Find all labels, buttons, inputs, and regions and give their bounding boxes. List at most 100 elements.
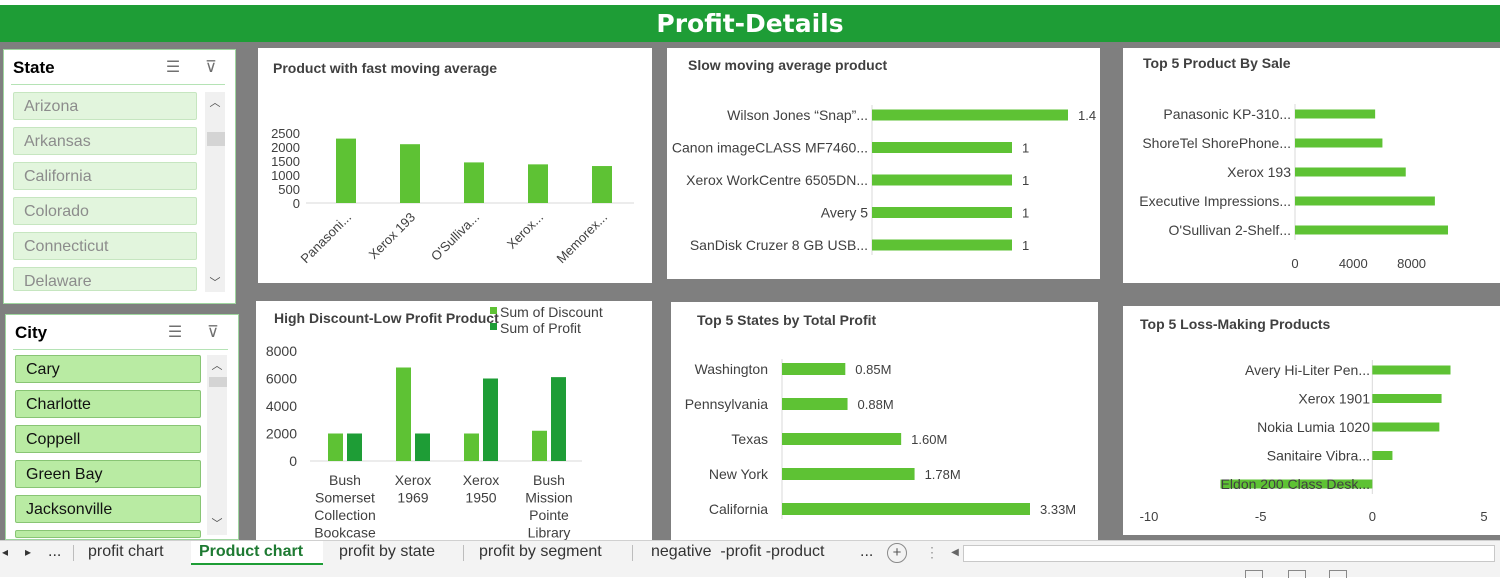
bar <box>1372 365 1451 375</box>
tab-profit-by-state[interactable]: profit by state <box>339 541 435 565</box>
discount-profit-chart: 8000 6000 4000 2000 0 Sum of DiscountSum of P… <box>266 304 603 541</box>
scroll-thumb[interactable] <box>207 132 225 146</box>
city-slicer-scrollbar[interactable]: ︿ ﹀ <box>207 355 227 535</box>
tab-profit-by-segment[interactable]: profit by segment <box>479 541 602 565</box>
bar <box>415 433 430 461</box>
clear-filter-icon[interactable]: ⊽ <box>202 323 224 343</box>
data-label: 1 <box>1022 141 1029 156</box>
tab-splitter-icon[interactable]: ⋮ <box>925 541 939 565</box>
category-label: Canon imageCLASS MF7460... <box>672 140 868 156</box>
bar <box>782 503 1030 515</box>
data-label: 1 <box>1022 238 1029 253</box>
bar <box>532 430 547 461</box>
category-label: Xerox <box>395 472 432 488</box>
top-sale-chart: Panasonic KP-310... ShoreTel ShorePhone..… <box>1139 104 1448 271</box>
tick-label: 0 <box>289 453 297 469</box>
tab-product-chart[interactable]: Product chart <box>191 541 323 565</box>
scroll-up-icon[interactable]: ︿ <box>207 357 227 373</box>
category-label: Executive Impressions... <box>1139 193 1291 209</box>
category-label: Panasonic KP-310... <box>1163 106 1291 122</box>
category-label: Texas <box>731 431 768 447</box>
category-label: 1950 <box>465 490 496 506</box>
add-sheet-icon[interactable]: + <box>887 543 907 563</box>
tab-negative-profit-product[interactable]: negative -profit -product <box>651 541 824 565</box>
tab-profit-chart[interactable]: profit chart <box>88 541 164 565</box>
category-label: Pennsylvania <box>685 396 768 412</box>
sheet-tab-bar: ◂ ▸ ... profit chart Product chart profi… <box>0 540 1500 565</box>
bar <box>592 166 612 203</box>
bar <box>1295 196 1435 206</box>
state-item-arkansas[interactable]: Arkansas <box>13 127 197 155</box>
scroll-left-icon[interactable]: ◂ <box>2 541 8 565</box>
bar <box>872 174 1012 186</box>
category-label: Washington <box>695 361 768 377</box>
category-label: Bush <box>329 472 361 488</box>
state-item-connecticut[interactable]: Connecticut <box>13 232 197 260</box>
city-item-cary[interactable]: Cary <box>15 355 201 383</box>
state-item-california[interactable]: California <box>13 162 197 190</box>
tabs-more-left[interactable]: ... <box>48 541 61 565</box>
state-item-delaware[interactable]: Delaware <box>13 267 197 291</box>
category-label: Nokia Lumia 1020 <box>1257 419 1370 435</box>
tab-separator <box>632 545 633 561</box>
bar <box>782 398 848 410</box>
tabs-more-right[interactable]: ... <box>860 541 873 565</box>
city-item-partial[interactable] <box>15 530 201 538</box>
city-item-green-bay[interactable]: Green Bay <box>15 460 201 488</box>
bar <box>1295 109 1376 119</box>
bar <box>1372 422 1440 432</box>
tab-separator <box>73 545 74 561</box>
state-slicer-scrollbar[interactable]: ︿ ﹀ <box>205 92 225 292</box>
chart-card-fast-moving[interactable]: Product with fast moving average 2500 200… <box>258 48 652 283</box>
category-label: Pointe <box>529 507 569 523</box>
bar <box>782 468 915 480</box>
scroll-down-icon[interactable]: ﹀ <box>205 274 225 290</box>
data-label: 0.85M <box>855 362 891 377</box>
slicer-divider <box>13 349 228 350</box>
bar <box>336 138 356 203</box>
category-label: New York <box>709 466 769 482</box>
chart-card-states[interactable]: Top 5 States by Total Profit Washington 0… <box>671 302 1098 540</box>
city-slicer[interactable]: City ☰ ⊽ Cary Charlotte Coppell Green Ba… <box>5 314 239 540</box>
bar <box>1295 167 1406 177</box>
legend-swatch <box>490 307 497 314</box>
scroll-right-icon[interactable]: ▸ <box>25 541 31 565</box>
category-label: California <box>709 501 768 517</box>
category-label: Xerox... <box>504 210 546 252</box>
bar <box>464 433 479 461</box>
state-item-arizona[interactable]: Arizona <box>13 92 197 120</box>
hscroll-left-icon[interactable]: ◀ <box>947 545 963 561</box>
category-label: Panasoni... <box>298 210 355 267</box>
bar <box>1372 451 1393 460</box>
category-label: Wilson Jones “Snap”... <box>727 107 868 123</box>
category-label: Memorex... <box>554 210 611 267</box>
chart-card-top-sale[interactable]: Top 5 Product By Sale Panasonic KP-310..… <box>1123 48 1500 283</box>
state-slicer[interactable]: State ☰ ⊽ Arizona Arkansas California Co… <box>3 49 236 304</box>
city-item-charlotte[interactable]: Charlotte <box>15 390 201 418</box>
data-label: 1 <box>1022 206 1029 221</box>
category-label: 1969 <box>397 490 428 506</box>
category-label: Eldon 200 Class Desk... <box>1221 476 1370 492</box>
chart-card-slow-moving[interactable]: Slow moving average product Wilson Jones… <box>667 48 1100 279</box>
state-item-colorado[interactable]: Colorado <box>13 197 197 225</box>
tick-label: 6000 <box>266 371 297 387</box>
scroll-thumb[interactable] <box>209 377 227 387</box>
city-item-coppell[interactable]: Coppell <box>15 425 201 453</box>
status-bar <box>0 565 1500 578</box>
tick-label: 2000 <box>266 426 297 442</box>
tick-label: 0 <box>293 196 300 211</box>
chart-card-discount[interactable]: High Discount-Low Profit Product 8000 600… <box>256 301 652 540</box>
chart-card-loss[interactable]: Top 5 Loss-Making Products Avery Hi-Lite… <box>1123 306 1500 535</box>
multi-select-icon[interactable]: ☰ <box>164 323 186 343</box>
category-label: Bookcase <box>314 525 376 541</box>
clear-filter-icon[interactable]: ⊽ <box>200 58 222 78</box>
horizontal-scrollbar[interactable] <box>963 545 1495 562</box>
bar <box>782 363 846 375</box>
category-label: Xerox 193 <box>366 210 419 263</box>
scroll-up-icon[interactable]: ︿ <box>205 94 225 110</box>
bar <box>528 164 548 203</box>
bar <box>872 109 1068 121</box>
multi-select-icon[interactable]: ☰ <box>162 58 184 78</box>
scroll-down-icon[interactable]: ﹀ <box>207 515 227 531</box>
city-item-jacksonville[interactable]: Jacksonville <box>15 495 201 523</box>
